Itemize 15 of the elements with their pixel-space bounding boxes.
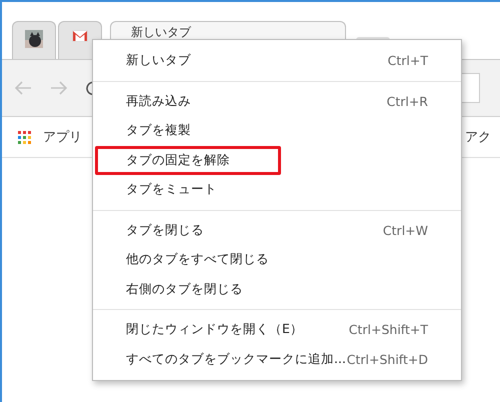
menu-item[interactable]: すべてのタブをブックマークに追加...Ctrl+Shift+D <box>93 344 461 374</box>
bookmark-link[interactable]: アク <box>465 128 491 146</box>
bookmark-link[interactable]: アプリ <box>43 128 82 146</box>
menu-item[interactable]: 右側のタブを閉じる <box>93 274 461 304</box>
mail-icon <box>72 30 88 42</box>
menu-item[interactable]: タブをミュート <box>93 175 461 204</box>
menu-item[interactable]: タブを複製 <box>93 116 461 146</box>
menu-item[interactable]: タブの固定を解除 <box>95 146 281 175</box>
apps-icon[interactable] <box>18 130 31 144</box>
menu-item[interactable]: タブを閉じる Ctrl+W <box>93 216 461 245</box>
menu-item[interactable]: 閉じたウィンドウを開く（E） Ctrl+Shift+T <box>93 315 461 344</box>
menu-item[interactable]: 再読み込み Ctrl+R <box>93 86 461 116</box>
pinned-tab[interactable] <box>12 21 56 59</box>
menu-item[interactable]: 他のタブをすべて閉じる <box>93 245 461 274</box>
menu-item[interactable]: 新しいタブ Ctrl+T <box>93 46 461 76</box>
